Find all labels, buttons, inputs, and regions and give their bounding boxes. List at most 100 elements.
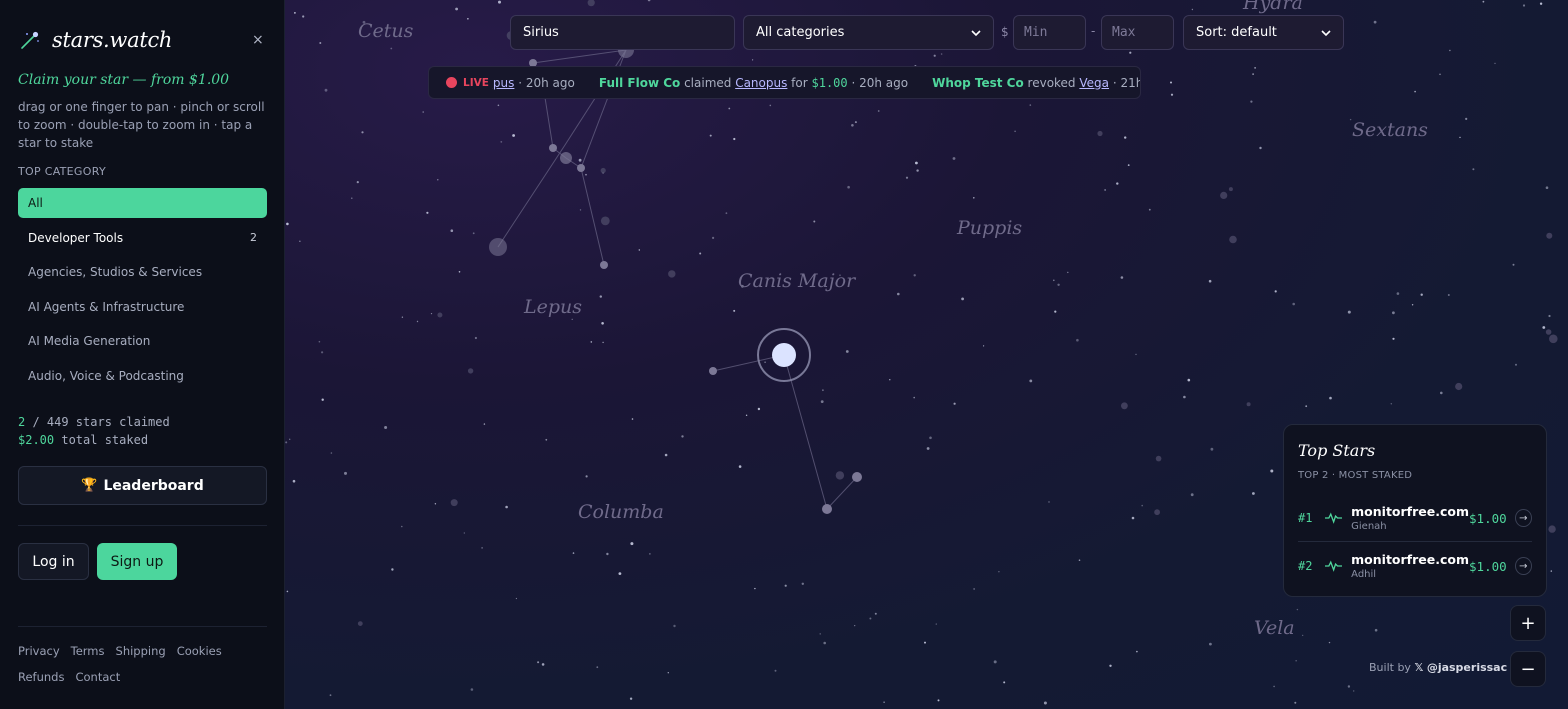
- star-field[interactable]: [285, 0, 1568, 709]
- top-star-row[interactable]: #2 monitorfree.com Adhil $1.00 →: [1298, 543, 1533, 589]
- background-star: [1053, 279, 1055, 282]
- footer-link-shipping[interactable]: Shipping: [116, 644, 166, 658]
- background-star: [437, 312, 443, 318]
- ticker-star-link[interactable]: Canopus: [735, 76, 787, 90]
- footer-link-contact[interactable]: Contact: [75, 670, 120, 684]
- arrow-right-icon[interactable]: →: [1514, 509, 1533, 527]
- top-star-row[interactable]: #1 monitorfree.com Gienah $1.00 →: [1298, 495, 1533, 541]
- background-star: [458, 271, 461, 273]
- category-item-ai-agents[interactable]: AI Agents & Infrastructure: [18, 292, 267, 322]
- background-star: [1392, 337, 1395, 340]
- background-star: [1104, 189, 1106, 191]
- category-count: 2: [250, 231, 257, 244]
- background-star: [869, 617, 872, 620]
- min-price-input[interactable]: [1013, 15, 1086, 50]
- background-star: [422, 111, 424, 113]
- background-star: [505, 505, 508, 509]
- signup-button[interactable]: Sign up: [97, 543, 177, 580]
- background-star: [498, 0, 501, 4]
- footer-link-cookies[interactable]: Cookies: [177, 644, 222, 658]
- constellation-label-canis-major: Canis Major: [738, 270, 856, 292]
- background-star: [600, 167, 606, 174]
- background-star: [823, 641, 826, 645]
- search-input[interactable]: [510, 15, 735, 50]
- rank: #2: [1298, 559, 1313, 573]
- footer-link-terms[interactable]: Terms: [71, 644, 105, 658]
- footer-link-privacy[interactable]: Privacy: [18, 644, 60, 658]
- brand[interactable]: stars.watch: [18, 28, 172, 52]
- category-label: Audio, Voice & Podcasting: [28, 368, 184, 383]
- category-item-audio[interactable]: Audio, Voice & Podcasting: [18, 361, 267, 391]
- background-star: [302, 15, 305, 18]
- background-star: [916, 169, 919, 172]
- built-by[interactable]: Built by 𝕏 @jasperissac: [1369, 661, 1507, 674]
- constellation-label-columba: Columba: [578, 501, 664, 523]
- background-star: [294, 12, 296, 14]
- background-star: [953, 402, 956, 405]
- background-star: [1455, 382, 1463, 391]
- background-star: [329, 694, 332, 697]
- background-star: [463, 532, 465, 534]
- row-domain: monitorfree.com: [1351, 552, 1470, 567]
- zoom-out-button[interactable]: −: [1510, 651, 1546, 687]
- background-star: [883, 701, 885, 703]
- background-star: [321, 398, 324, 401]
- background-star: [578, 158, 582, 162]
- background-star: [585, 173, 587, 176]
- background-star: [638, 249, 640, 251]
- ticker-actor: Full Flow Co: [598, 75, 681, 90]
- background-star: [752, 59, 754, 61]
- category-item-all[interactable]: All: [18, 188, 267, 218]
- tagline: Claim your star — from $1.00: [18, 72, 230, 88]
- background-star: [929, 436, 932, 440]
- category-list: All Developer Tools 2 Agencies, Studios …: [18, 188, 267, 395]
- pulse-icon: [1324, 560, 1343, 572]
- background-star: [601, 322, 604, 325]
- background-star: [847, 185, 850, 189]
- background-star: [351, 197, 353, 199]
- background-star: [784, 584, 787, 587]
- ticker-verb: revoked: [1023, 75, 1080, 90]
- sidebar: stars.watch × Claim your star — from $1.…: [0, 0, 285, 709]
- x-icon: 𝕏: [1414, 661, 1424, 674]
- background-star: [1170, 81, 1172, 84]
- background-star: [1259, 146, 1262, 150]
- close-sidebar-button[interactable]: ×: [252, 32, 264, 48]
- max-price-input[interactable]: [1101, 15, 1174, 50]
- sort-select[interactable]: Sort: default: [1183, 15, 1344, 50]
- footer-link-refunds[interactable]: Refunds: [18, 670, 64, 684]
- ticker-star-link[interactable]: Vega: [1079, 76, 1109, 90]
- background-star: [699, 252, 702, 255]
- category-item-agencies[interactable]: Agencies, Studios & Services: [18, 257, 267, 287]
- zoom-in-button[interactable]: +: [1510, 605, 1546, 641]
- background-star: [515, 597, 517, 600]
- background-star: [769, 104, 772, 107]
- category-item-ai-media[interactable]: AI Media Generation: [18, 326, 267, 356]
- category-select[interactable]: All categories: [743, 15, 994, 50]
- background-star: [390, 47, 393, 50]
- login-button[interactable]: Log in: [18, 543, 89, 580]
- selected-star-sirius[interactable]: [757, 328, 811, 382]
- background-star: [993, 660, 997, 664]
- staked-total: $2.00: [18, 433, 55, 447]
- background-star: [733, 309, 736, 312]
- ticker-time: · 20h ago: [847, 75, 909, 90]
- ticker-star-link[interactable]: pus: [493, 76, 514, 90]
- background-star: [1273, 685, 1275, 688]
- background-star: [606, 552, 609, 556]
- background-star: [1545, 329, 1552, 335]
- leaderboard-button[interactable]: 🏆 Leaderboard: [18, 466, 267, 505]
- background-star: [1220, 191, 1228, 199]
- background-star: [757, 407, 761, 411]
- background-star: [1252, 492, 1255, 495]
- arrow-right-icon[interactable]: →: [1514, 557, 1533, 575]
- divider: [18, 525, 267, 526]
- background-star: [1305, 405, 1308, 408]
- sky-map[interactable]: Cetus Hydra Sextans Puppis Canis Major L…: [285, 0, 1568, 709]
- background-star: [835, 471, 845, 480]
- background-star: [998, 571, 1000, 573]
- rank: #1: [1298, 511, 1313, 525]
- background-star: [319, 42, 322, 44]
- category-item-developer-tools[interactable]: Developer Tools 2: [18, 223, 267, 253]
- background-star: [1076, 338, 1079, 342]
